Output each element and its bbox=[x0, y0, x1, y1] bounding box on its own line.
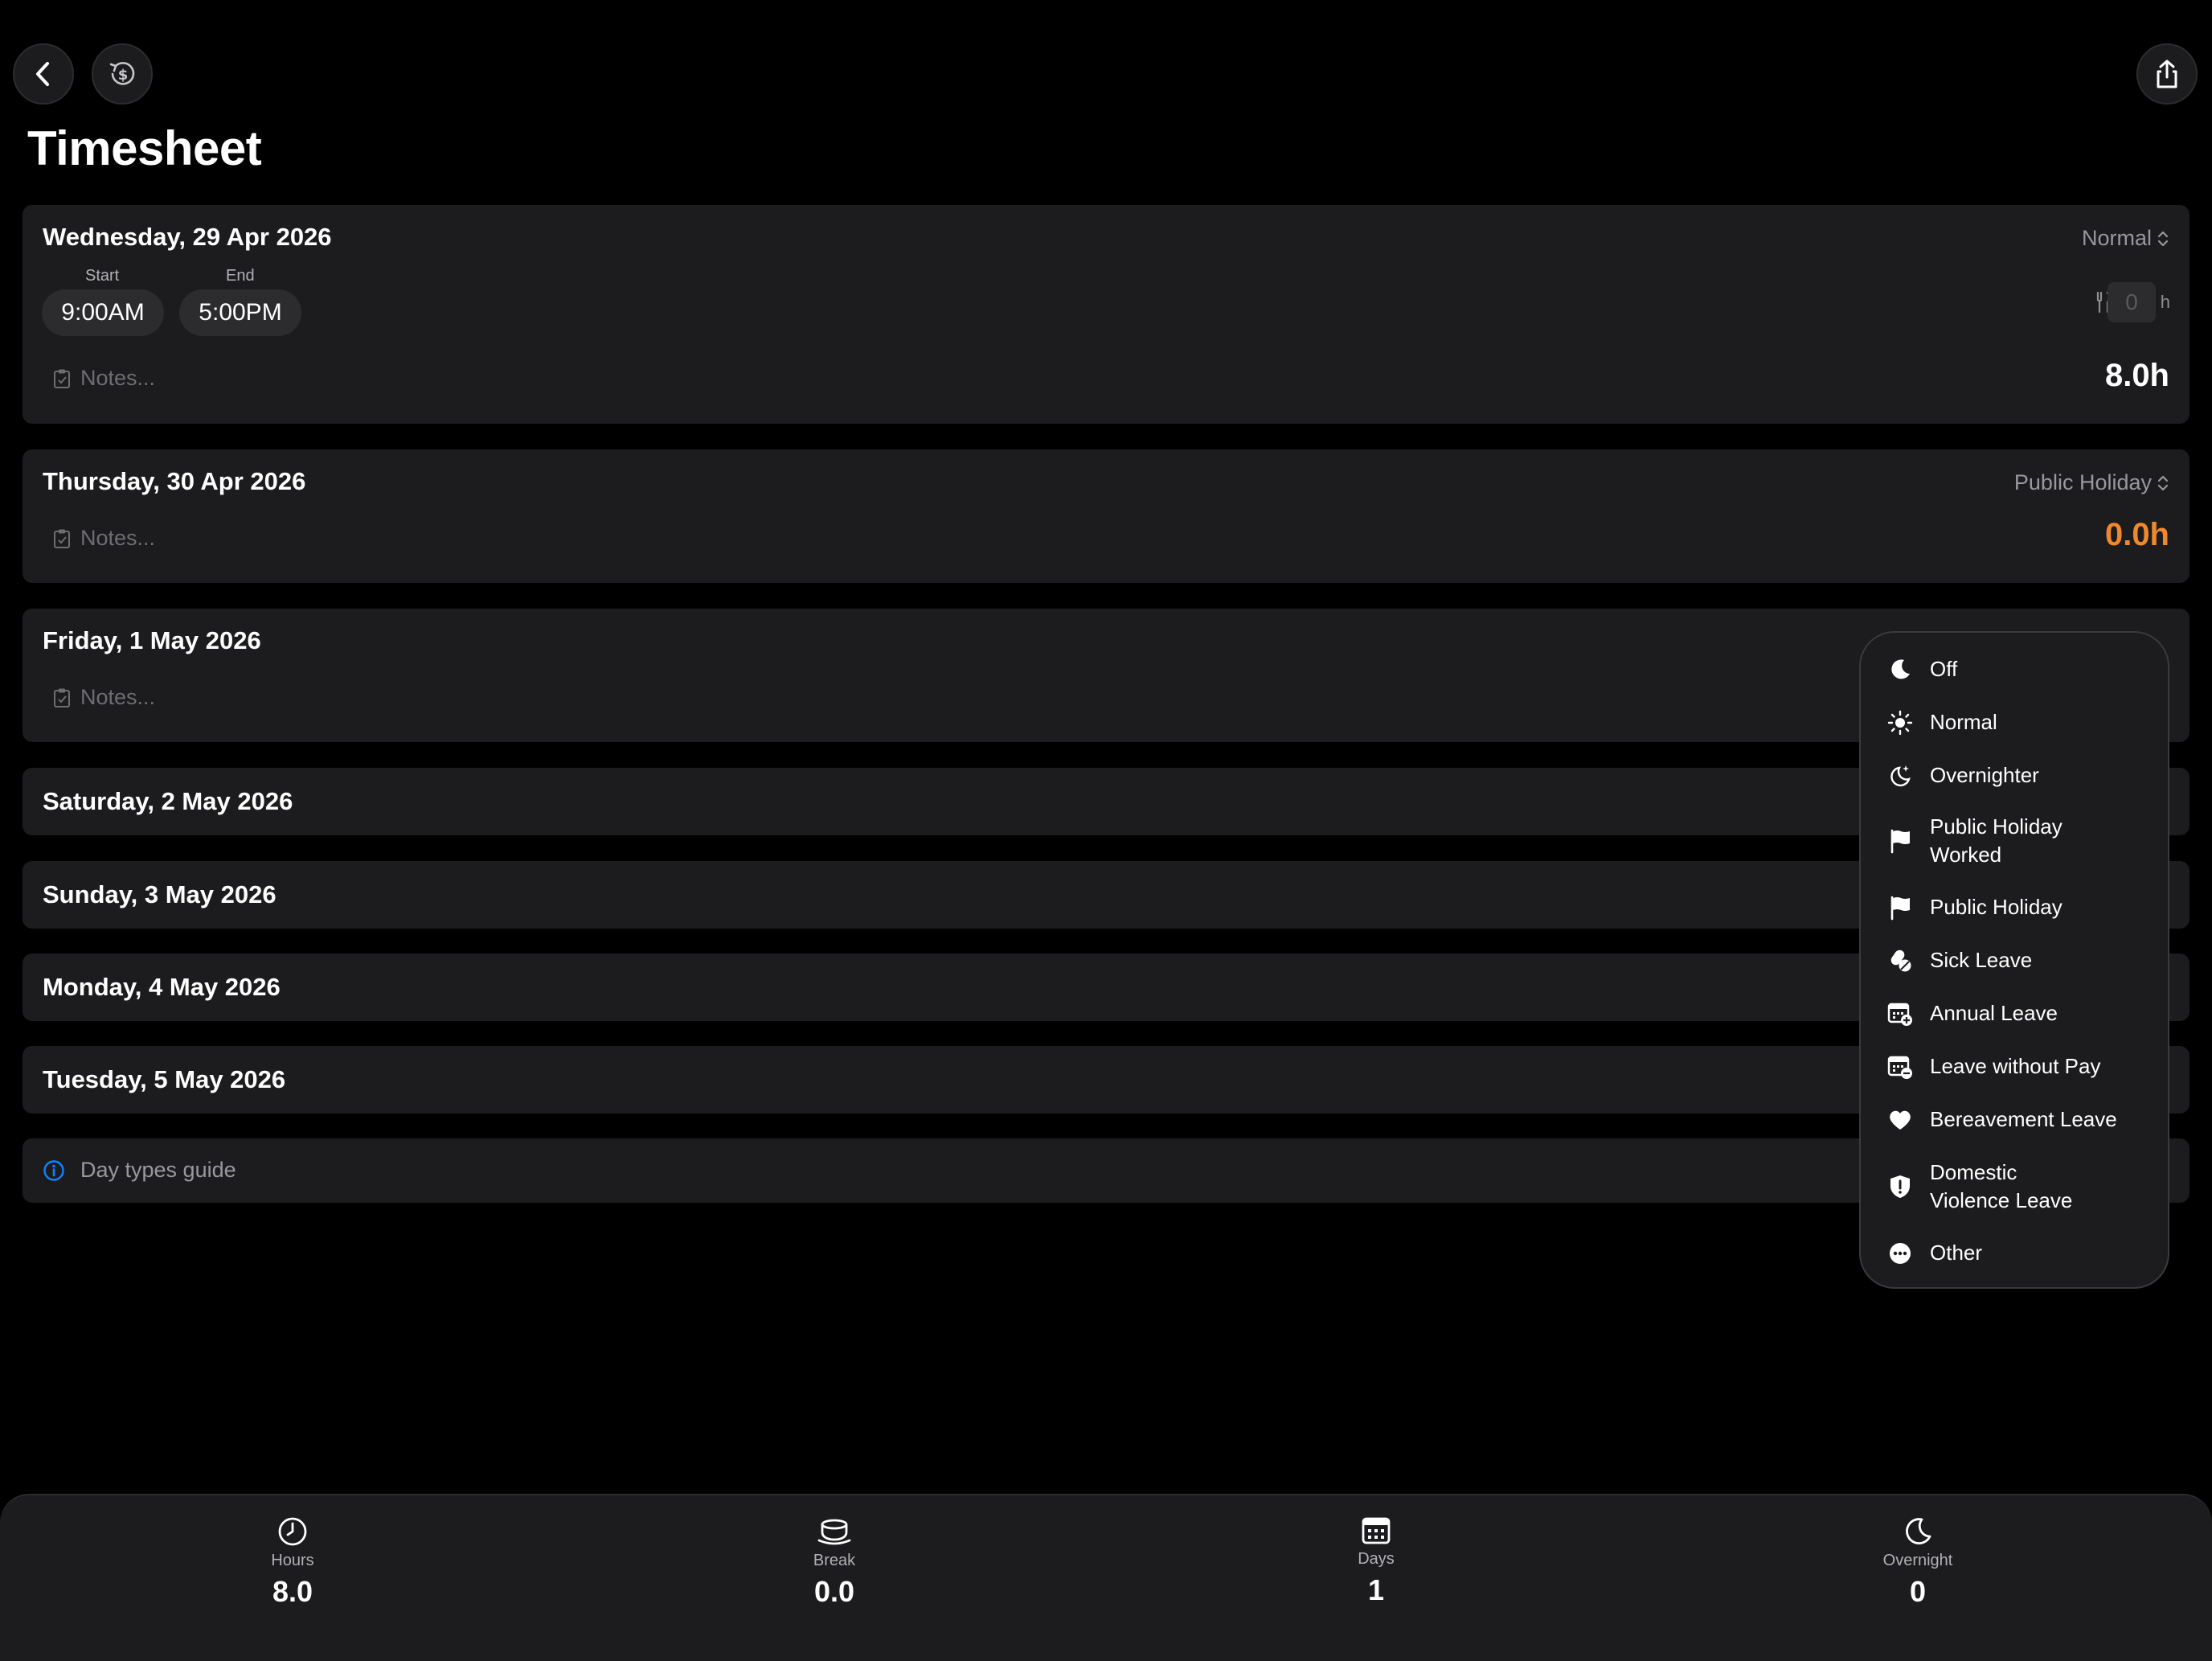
heart-icon bbox=[1890, 1110, 1911, 1130]
menu-item-public-holiday[interactable]: Public Holiday bbox=[1886, 893, 2152, 921]
break-hours-input[interactable]: 0 bbox=[2108, 282, 2156, 322]
moon-stars-icon bbox=[1890, 765, 1911, 786]
menu-item-label: Other bbox=[1930, 1241, 1983, 1265]
start-time-picker[interactable]: 9:00AM bbox=[42, 289, 164, 336]
days-label: Days bbox=[1358, 1550, 1395, 1568]
notes-clipboard-icon bbox=[54, 369, 70, 388]
day-card-thursday[interactable]: Thursday, 30 Apr 2026 Public Holiday Not… bbox=[23, 449, 2189, 583]
menu-item-bereavement-leave[interactable]: Bereavement Leave bbox=[1886, 1105, 2152, 1134]
menu-item-label: Domestic Violence Leave bbox=[1930, 1160, 2073, 1212]
break-unit-label: h bbox=[2160, 292, 2170, 312]
menu-item-label: Overnighter bbox=[1930, 763, 2039, 787]
calendar-plus-icon bbox=[1887, 1003, 1912, 1026]
day-title: Monday, 4 May 2026 bbox=[43, 973, 281, 1001]
flag-icon bbox=[1890, 829, 1910, 854]
day-types-guide-label: Day types guide bbox=[80, 1158, 236, 1182]
chevron-up-down-icon bbox=[2157, 475, 2169, 490]
day-type-selector[interactable]: Public Holiday bbox=[2014, 470, 2169, 495]
end-time-picker[interactable]: 5:00PM bbox=[179, 289, 301, 336]
menu-item-label: Public Holiday bbox=[1930, 895, 2062, 919]
day-type-label: Public Holiday bbox=[2013, 470, 2152, 494]
break-label: Break bbox=[813, 1552, 856, 1569]
day-title: Saturday, 2 May 2026 bbox=[43, 787, 293, 815]
svg-text:$: $ bbox=[118, 67, 129, 84]
menu-item-label: Bereavement Leave bbox=[1930, 1107, 2117, 1131]
back-button[interactable] bbox=[13, 43, 74, 105]
summary-overnight: Overnight 0 bbox=[1821, 1516, 2014, 1609]
menu-item-overnighter[interactable]: Overnighter bbox=[1886, 761, 2152, 789]
pills-icon bbox=[1890, 949, 1911, 971]
menu-item-label: Normal bbox=[1930, 710, 1997, 734]
day-title: Sunday, 3 May 2026 bbox=[43, 880, 276, 908]
menu-item-label: Leave without Pay bbox=[1930, 1054, 2101, 1078]
summary-break: Break 0.0 bbox=[738, 1516, 931, 1609]
menu-item-leave-without-pay[interactable]: Leave without Pay bbox=[1886, 1052, 2152, 1081]
menu-item-label: Off bbox=[1930, 657, 1958, 681]
shield-exclamation-icon bbox=[1890, 1175, 1910, 1198]
day-title: Wednesday, 29 Apr 2026 bbox=[43, 223, 332, 251]
overnight-label: Overnight bbox=[1882, 1552, 1953, 1569]
notes-clipboard-icon bbox=[54, 529, 70, 548]
menu-item-label: Public Holiday Worked bbox=[1930, 814, 2062, 867]
day-type-selector[interactable]: Normal bbox=[2082, 226, 2169, 251]
day-title: Tuesday, 5 May 2026 bbox=[43, 1065, 286, 1093]
currency-history-button[interactable]: $ bbox=[92, 43, 153, 105]
notes-placeholder: Notes... bbox=[80, 526, 156, 550]
menu-item-other[interactable]: Other bbox=[1886, 1239, 2152, 1267]
chevron-up-down-icon bbox=[2157, 231, 2169, 246]
page-title: Timesheet bbox=[27, 121, 262, 175]
menu-item-label: Sick Leave bbox=[1930, 948, 2033, 972]
day-card-wednesday[interactable]: Wednesday, 29 Apr 2026 Normal Start End … bbox=[23, 205, 2189, 424]
notes-field[interactable]: Notes... bbox=[53, 685, 155, 710]
day-title: Friday, 1 May 2026 bbox=[43, 626, 261, 654]
summary-hours: Hours 8.0 bbox=[196, 1516, 389, 1609]
day-type-label: Normal bbox=[2081, 226, 2152, 250]
day-total-hours: 8.0h bbox=[2104, 358, 2169, 393]
share-icon bbox=[2157, 59, 2177, 88]
break-value: 0.0 bbox=[813, 1575, 855, 1608]
overnight-value: 0 bbox=[1909, 1575, 1927, 1608]
chevron-left-icon bbox=[36, 62, 49, 86]
menu-item-domestic-violence-leave[interactable]: Domestic Violence Leave bbox=[1886, 1159, 2152, 1215]
notes-placeholder: Notes... bbox=[80, 366, 156, 390]
flag-icon bbox=[1890, 896, 1910, 920]
menu-item-public-holiday-worked[interactable]: Public Holiday Worked bbox=[1886, 813, 2152, 869]
notes-placeholder: Notes... bbox=[80, 685, 156, 709]
moon-icon bbox=[1891, 658, 1910, 679]
menu-item-label: Annual Leave bbox=[1930, 1001, 2058, 1025]
menu-item-sick-leave[interactable]: Sick Leave bbox=[1886, 946, 2152, 974]
ellipsis-circle-icon bbox=[1890, 1242, 1911, 1264]
day-title: Thursday, 30 Apr 2026 bbox=[43, 467, 306, 495]
hours-label: Hours bbox=[271, 1552, 314, 1569]
share-button[interactable] bbox=[2136, 43, 2198, 105]
sun-icon bbox=[1887, 710, 1913, 735]
hours-value: 8.0 bbox=[272, 1575, 313, 1608]
menu-item-annual-leave[interactable]: Annual Leave bbox=[1886, 999, 2152, 1027]
summary-bar: Hours 8.0 Break 0.0 Days 1 Overnight 0 bbox=[0, 1494, 2212, 1661]
notes-field[interactable]: Notes... bbox=[53, 366, 155, 391]
notes-clipboard-icon bbox=[54, 688, 70, 707]
day-total-hours: 0.0h bbox=[2104, 517, 2169, 552]
cup-icon bbox=[817, 1519, 851, 1545]
moon-icon bbox=[1906, 1518, 1931, 1544]
notes-field[interactable]: Notes... bbox=[53, 526, 155, 551]
calendar-icon bbox=[1362, 1517, 1391, 1544]
summary-days: Days 1 bbox=[1280, 1516, 1473, 1607]
dollar-history-icon: $ bbox=[109, 62, 135, 85]
end-label: End bbox=[226, 267, 255, 285]
info-icon bbox=[43, 1160, 64, 1181]
start-label: Start bbox=[85, 267, 120, 285]
clock-icon bbox=[278, 1517, 307, 1546]
day-type-menu: Off Normal Overnighter Public Holiday Wo… bbox=[1859, 631, 2169, 1289]
menu-item-off[interactable]: Off bbox=[1886, 655, 2152, 683]
menu-item-normal[interactable]: Normal bbox=[1886, 708, 2152, 736]
days-value: 1 bbox=[1367, 1573, 1385, 1606]
calendar-minus-icon bbox=[1887, 1056, 1912, 1079]
